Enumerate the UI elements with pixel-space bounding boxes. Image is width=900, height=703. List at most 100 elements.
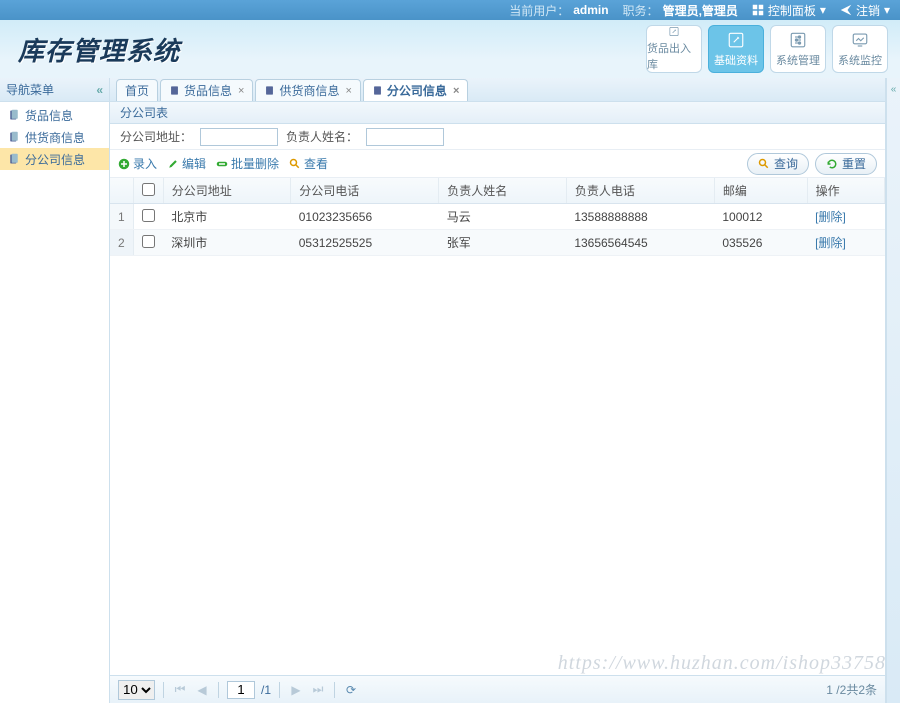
tab-branch[interactable]: 分公司信息 ×	[363, 79, 468, 101]
cell-addr: 北京市	[163, 204, 291, 230]
nav-sysmon-label: 系统监控	[838, 52, 882, 68]
delete-link[interactable]: [删除]	[815, 236, 846, 250]
nav-sysmgr[interactable]: 系统管理	[770, 25, 826, 73]
tab-label: 分公司信息	[387, 82, 447, 99]
sidebar-title: 导航菜单	[6, 81, 54, 98]
mgr-label: 负责人姓名：	[286, 128, 358, 145]
addr-input[interactable]	[200, 128, 278, 146]
page-size-select[interactable]: 10	[118, 680, 155, 700]
sidebar-header: 导航菜单 «	[0, 78, 109, 102]
navtree: 货品信息 供货商信息 分公司信息	[0, 102, 109, 172]
close-icon[interactable]: ×	[345, 85, 351, 97]
row-checkbox-cell	[133, 230, 163, 256]
sidebar-item-goods[interactable]: 货品信息	[0, 104, 109, 126]
nav-basic-label: 基础资料	[714, 52, 758, 68]
doc-icon	[264, 85, 275, 96]
close-icon[interactable]: ×	[453, 85, 459, 97]
col-phone[interactable]: 分公司电话	[291, 178, 439, 204]
logout-dropdown[interactable]: 注销 ▾	[840, 2, 890, 19]
collapse-sidebar-icon[interactable]: «	[96, 83, 103, 97]
role-value: 管理员,管理员	[663, 2, 738, 19]
cell-mgr-phone: 13588888888	[566, 204, 714, 230]
nav-sysmgr-label: 系统管理	[776, 52, 820, 68]
table-container: 分公司地址 分公司电话 负责人姓名 负责人电话 邮编 操作 1北京市010232…	[110, 178, 885, 675]
header: 库存管理系统 货品出入库 基础资料 系统管理 系统监控	[0, 20, 900, 78]
sidebar-item-label: 货品信息	[25, 107, 73, 124]
table-row[interactable]: 1北京市01023235656马云13588888888100012[删除]	[110, 204, 885, 230]
refresh-page-button[interactable]: ⟳	[343, 682, 359, 698]
tab-label: 首页	[125, 82, 149, 99]
page-input[interactable]	[227, 681, 255, 699]
prev-page-button[interactable]: ◀	[194, 682, 210, 698]
view-button[interactable]: 查看	[289, 155, 328, 172]
plus-icon	[118, 158, 130, 170]
tab-label: 货品信息	[184, 82, 232, 99]
add-label: 录入	[133, 155, 157, 172]
first-page-button[interactable]: ⏮	[172, 682, 188, 698]
nav-inout[interactable]: 货品出入库	[646, 25, 702, 73]
chevron-down-icon: ▾	[884, 3, 890, 17]
col-zip[interactable]: 邮编	[714, 178, 807, 204]
logout-label: 注销	[856, 2, 880, 19]
row-checkbox-cell	[133, 204, 163, 230]
doc-icon	[372, 85, 383, 96]
sidebar-item-branch[interactable]: 分公司信息	[0, 148, 109, 170]
reset-button[interactable]: 重置	[815, 153, 877, 175]
cell-mgr: 马云	[439, 204, 567, 230]
select-all-checkbox[interactable]	[142, 183, 155, 196]
current-role: 职务： 管理员,管理员	[623, 2, 738, 19]
tab-label: 供货商信息	[279, 82, 339, 99]
view-label: 查看	[304, 155, 328, 172]
tabs: 首页 货品信息 × 供货商信息 × 分公司信息 ×	[110, 78, 885, 102]
tab-supplier[interactable]: 供货商信息 ×	[255, 79, 360, 101]
toolbar: 录入 编辑 批量删除 查看 查询	[110, 150, 885, 178]
add-button[interactable]: 录入	[118, 155, 157, 172]
chevron-down-icon: ▾	[820, 3, 826, 17]
sidebar-item-label: 分公司信息	[25, 151, 85, 168]
total-pages: /1	[261, 683, 271, 697]
query-button[interactable]: 查询	[747, 153, 809, 175]
reset-label: 重置	[842, 155, 866, 172]
col-rownum	[110, 178, 133, 204]
close-icon[interactable]: ×	[238, 85, 244, 97]
minus-icon	[216, 158, 228, 170]
sidebar-item-supplier[interactable]: 供货商信息	[0, 126, 109, 148]
sidebar: 导航菜单 « 货品信息 供货商信息 分公司信息	[0, 78, 110, 703]
edit-label: 编辑	[182, 155, 206, 172]
branch-table: 分公司地址 分公司电话 负责人姓名 负责人电话 邮编 操作 1北京市010232…	[110, 178, 885, 256]
row-checkbox[interactable]	[142, 235, 155, 248]
next-page-button[interactable]: ▶	[288, 682, 304, 698]
cell-mgr: 张军	[439, 230, 567, 256]
tab-goods[interactable]: 货品信息 ×	[160, 79, 253, 101]
settings-square-icon	[789, 31, 807, 49]
user-value: admin	[573, 3, 608, 17]
refresh-icon	[826, 158, 838, 170]
collapse-right-panel[interactable]: «	[886, 78, 900, 703]
last-page-button[interactable]: ⏭	[310, 682, 326, 698]
row-checkbox[interactable]	[142, 209, 155, 222]
col-mgr-phone[interactable]: 负责人电话	[566, 178, 714, 204]
nav-sysmon[interactable]: 系统监控	[832, 25, 888, 73]
control-panel-dropdown[interactable]: 控制面板 ▾	[752, 2, 826, 19]
tab-home[interactable]: 首页	[116, 79, 158, 101]
col-mgr[interactable]: 负责人姓名	[439, 178, 567, 204]
col-action[interactable]: 操作	[807, 178, 884, 204]
batch-delete-button[interactable]: 批量删除	[216, 155, 279, 172]
cell-action: [删除]	[807, 230, 884, 256]
topbar: 当前用户： admin 职务： 管理员,管理员 控制面板 ▾ 注销 ▾	[0, 0, 900, 20]
doc-icon	[8, 109, 20, 121]
table-row[interactable]: 2深圳市05312525525张军13656564545035526[删除]	[110, 230, 885, 256]
sidebar-item-label: 供货商信息	[25, 129, 85, 146]
current-user: 当前用户： admin	[509, 2, 608, 19]
edit-button[interactable]: 编辑	[167, 155, 206, 172]
pencil-icon	[167, 158, 179, 170]
rownum-cell: 1	[110, 204, 133, 230]
doc-icon	[8, 153, 20, 165]
delete-link[interactable]: [删除]	[815, 210, 846, 224]
col-select-all	[133, 178, 163, 204]
mgr-input[interactable]	[366, 128, 444, 146]
query-label: 查询	[774, 155, 798, 172]
col-addr[interactable]: 分公司地址	[163, 178, 291, 204]
nav-basic[interactable]: 基础资料	[708, 25, 764, 73]
searchbar: 分公司地址： 负责人姓名：	[110, 124, 885, 150]
